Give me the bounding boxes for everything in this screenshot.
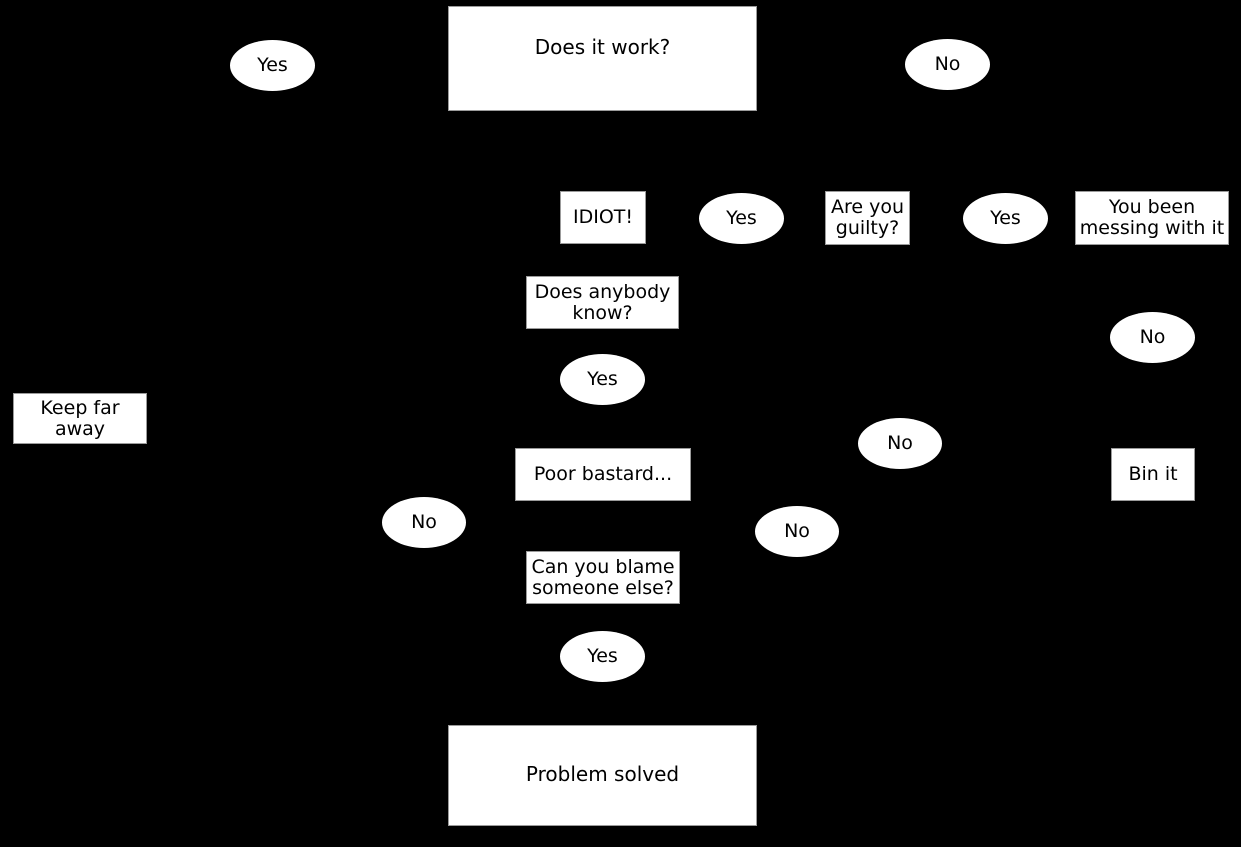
edge-label-no-mid-right[interactable]: No xyxy=(858,418,942,469)
node-label: No xyxy=(1139,326,1166,349)
edge-label-no-top-right[interactable]: No xyxy=(905,39,990,90)
edge-label-yes-row2-right[interactable]: Yes xyxy=(963,193,1048,244)
node-you-been-messing-with-it[interactable]: You been messing with it xyxy=(1075,191,1229,245)
node-label-wrapper: You been messing with it xyxy=(1076,196,1228,239)
node-label: No xyxy=(784,520,810,543)
node-label-line2: someone else? xyxy=(532,576,674,599)
node-idiot[interactable]: IDIOT! xyxy=(560,191,646,244)
node-label: No xyxy=(934,53,961,76)
edge-label-yes-top-left[interactable]: Yes xyxy=(230,40,315,91)
node-label-line2: away xyxy=(54,417,106,440)
node-label-line2: guilty? xyxy=(835,217,900,239)
node-label-line1: Are you xyxy=(830,196,905,219)
node-label: Yes xyxy=(587,645,618,668)
node-label-wrapper: Can you blame someone else? xyxy=(531,557,674,598)
node-label: No xyxy=(887,432,913,455)
node-are-you-guilty[interactable]: Are you guilty? xyxy=(825,191,910,245)
node-label: Bin it xyxy=(1128,463,1178,486)
node-label-wrapper: Keep far away xyxy=(40,398,119,439)
node-label-wrapper: Are you guilty? xyxy=(831,197,904,238)
node-label: Yes xyxy=(257,54,288,77)
node-label: IDIOT! xyxy=(572,206,633,229)
node-label: Problem solved xyxy=(525,762,680,787)
node-can-you-blame-someone-else[interactable]: Can you blame someone else? xyxy=(526,551,680,604)
node-label: No xyxy=(411,511,437,534)
node-does-it-work[interactable]: Does it work? xyxy=(448,6,757,111)
edge-label-yes-mid-upper[interactable]: Yes xyxy=(560,354,645,405)
node-poor-bastard[interactable]: Poor bastard... xyxy=(515,448,691,501)
edge-label-no-right-upper[interactable]: No xyxy=(1110,312,1195,363)
node-label-line1: Can you blame xyxy=(531,555,675,578)
node-keep-far-away[interactable]: Keep far away xyxy=(13,393,147,444)
node-label-line1: You been xyxy=(1108,196,1196,219)
node-label: Does it work? xyxy=(534,34,671,59)
node-does-anybody-know[interactable]: Does anybody know? xyxy=(526,276,679,329)
node-label: Yes xyxy=(726,207,757,230)
edge-label-yes-row2-mid[interactable]: Yes xyxy=(699,193,784,244)
node-problem-solved[interactable]: Problem solved xyxy=(448,725,757,826)
node-label: Poor bastard... xyxy=(533,463,673,486)
node-label: Yes xyxy=(990,207,1021,230)
edge-label-yes-bottom[interactable]: Yes xyxy=(560,631,645,682)
flowchart-canvas: Does it work? Yes No IDIOT! Yes Are you … xyxy=(0,0,1241,847)
edge-label-no-center-lower[interactable]: No xyxy=(755,506,839,557)
node-label-wrapper: Does anybody know? xyxy=(535,282,671,323)
edge-label-no-left-lower[interactable]: No xyxy=(382,497,466,548)
node-label-line1: Keep far xyxy=(40,396,120,419)
node-label-line2: know? xyxy=(572,301,633,324)
node-label: Yes xyxy=(587,368,618,391)
node-label-line2: messing with it xyxy=(1079,217,1225,239)
node-bin-it[interactable]: Bin it xyxy=(1111,448,1195,501)
node-label-line1: Does anybody xyxy=(534,280,671,303)
